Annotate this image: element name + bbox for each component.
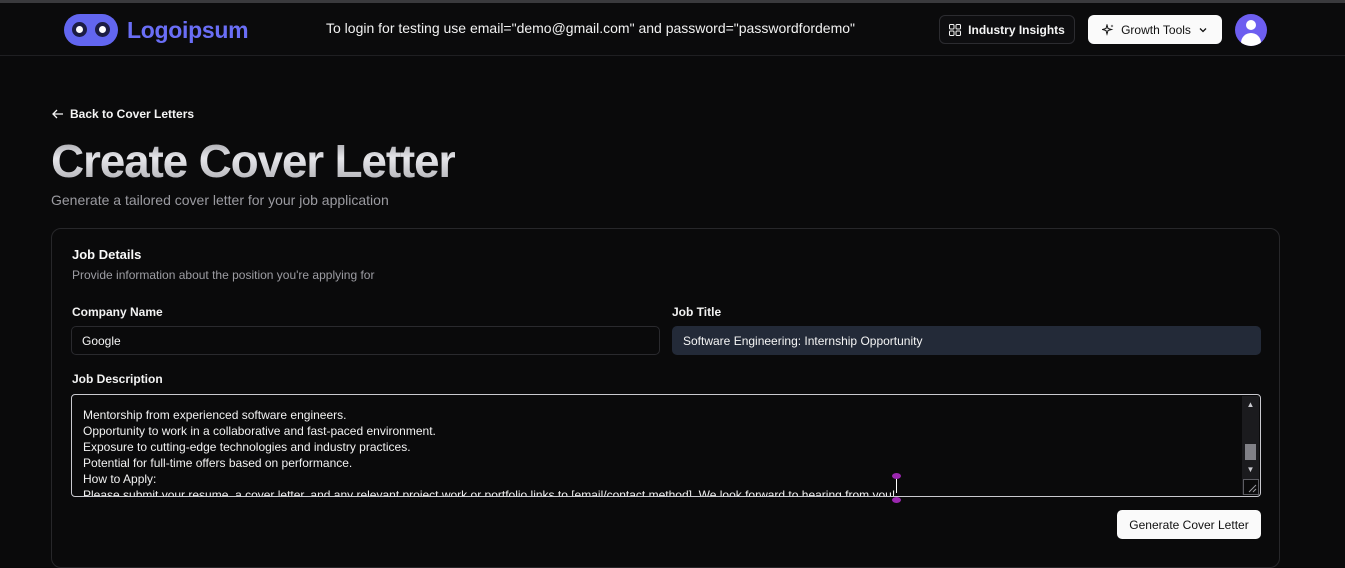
avatar-body: [1241, 33, 1261, 46]
description-line: Potential for full-time offers based on …: [83, 456, 353, 470]
company-name-input[interactable]: Google: [71, 326, 660, 355]
back-link-label: Back to Cover Letters: [70, 107, 195, 121]
avatar-head: [1246, 20, 1256, 30]
grid-icon: [949, 23, 962, 36]
logo-text: Logoipsum: [127, 16, 249, 43]
back-to-cover-letters-link[interactable]: Back to Cover Letters: [52, 107, 194, 121]
description-line: Please submit your resume, a cover lette…: [83, 488, 896, 497]
scrollbar-thumb[interactable]: [1245, 444, 1256, 460]
sparkle-icon: [1102, 23, 1114, 36]
selection-handle-top[interactable]: [892, 473, 901, 479]
growth-tools-button[interactable]: Growth Tools: [1088, 15, 1222, 44]
growth-tools-label: Growth Tools: [1121, 22, 1191, 37]
company-name-label: Company Name: [72, 305, 163, 319]
generate-cover-letter-button[interactable]: Generate Cover Letter: [1117, 510, 1261, 539]
job-title-input[interactable]: Software Engineering: Internship Opportu…: [672, 326, 1261, 355]
job-description-text: Mentorship from experienced software eng…: [83, 395, 896, 497]
card-subtitle: Provide information about the position y…: [72, 268, 375, 282]
job-description-label: Job Description: [72, 372, 163, 386]
logo-mark-icon: [64, 14, 118, 46]
logo-eye-left: [72, 22, 87, 37]
chevron-down-icon: [1199, 27, 1207, 32]
description-line: Mentorship from experienced software eng…: [83, 408, 347, 422]
user-avatar-icon[interactable]: [1235, 14, 1267, 46]
job-title-label: Job Title: [672, 305, 722, 319]
top-navbar: Logoipsum To login for testing use email…: [0, 3, 1345, 56]
job-details-card: Job Details Provide information about th…: [51, 228, 1280, 568]
arrow-left-icon: [52, 109, 63, 119]
logo-eye-right: [95, 22, 110, 37]
description-line: How to Apply:: [83, 472, 157, 486]
resize-handle-icon[interactable]: [1243, 479, 1259, 495]
description-line: Exposure to cutting-edge technologies an…: [83, 440, 411, 454]
industry-insights-button[interactable]: Industry Insights: [939, 15, 1075, 44]
industry-insights-label: Industry Insights: [968, 22, 1065, 37]
scroll-up-arrow-icon[interactable]: ▲: [1242, 397, 1259, 412]
logo[interactable]: Logoipsum: [64, 14, 249, 46]
login-notice: To login for testing use email="demo@gma…: [326, 20, 856, 36]
resize-grip-icon: [1248, 484, 1257, 493]
card-title: Job Details: [72, 247, 142, 262]
page-title: Create Cover Letter: [51, 135, 456, 187]
selection-handle-bottom[interactable]: [892, 497, 901, 503]
partial-line: [83, 395, 895, 407]
job-description-textarea[interactable]: Mentorship from experienced software eng…: [71, 394, 1261, 497]
description-line: Opportunity to work in a collaborative a…: [83, 424, 436, 438]
scroll-down-arrow-icon[interactable]: ▼: [1242, 462, 1259, 477]
page-subtitle: Generate a tailored cover letter for you…: [51, 192, 389, 208]
